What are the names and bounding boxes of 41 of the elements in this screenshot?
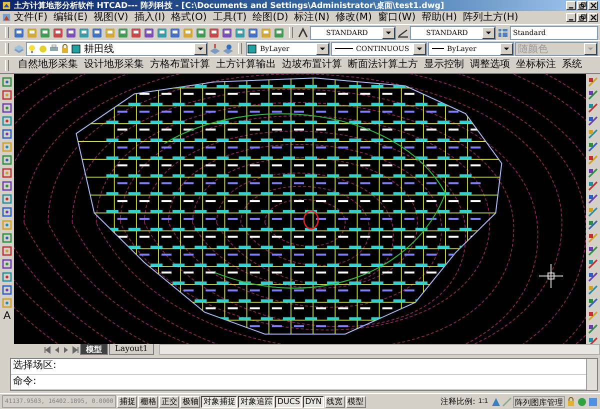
layer-dropdown[interactable]: 耕田线 — [26, 42, 208, 56]
status-toggle-button[interactable]: 对象追踪 — [238, 396, 274, 408]
menu-item[interactable]: 阵列土方(H) — [460, 11, 522, 24]
custom-menu-item[interactable]: 土方计算输出 — [216, 58, 276, 72]
custom-menu-item[interactable]: 断面法计算土方 — [348, 58, 418, 72]
window-title: 土方计算地形分析软件 HTCAD--- 阵列科技 - [C:\Documents and Settings\Administrator\桌面\test1.dwg] — [14, 0, 444, 11]
layout-tab[interactable]: 模型 — [80, 344, 108, 355]
menu-item[interactable]: 窗口(W) — [374, 11, 419, 24]
text-tool-button[interactable]: A — [0, 310, 14, 323]
status-toggle-button[interactable]: 栅格 — [138, 396, 158, 408]
custom-menu-item[interactable]: 设计地形采集 — [84, 58, 144, 72]
menu-item[interactable]: 编辑(E) — [50, 11, 91, 24]
custom-menu-item[interactable]: 调整选项 — [470, 58, 510, 72]
command-line-text: 命令: — [11, 374, 586, 390]
menu-item[interactable]: 插入(I) — [131, 11, 168, 24]
status-toggle-button[interactable]: 线宽 — [324, 396, 345, 408]
menu-item[interactable]: 绘图(D) — [250, 11, 292, 24]
status-toggle-button[interactable]: 正交 — [159, 396, 180, 408]
custom-menu-item[interactable]: 自然地形采集 — [18, 58, 78, 72]
status-toggle-button[interactable]: DYN — [303, 396, 324, 408]
custom-menu-item[interactable]: 边坡布置计算 — [282, 58, 342, 72]
menu-item[interactable]: 帮助(H) — [418, 11, 460, 24]
library-manager-button[interactable]: 阵列图库管理 — [513, 396, 565, 408]
status-toggle-button[interactable]: 对象捕捉 — [201, 396, 238, 408]
menu-item[interactable]: 工具(T) — [210, 11, 250, 24]
status-toggle-button[interactable]: 捕捉 — [117, 396, 138, 408]
layout-tab[interactable]: Layout1 — [109, 344, 154, 355]
status-toggle-button[interactable]: 极轴 — [180, 396, 200, 408]
menu-item[interactable]: 修改(M) — [332, 11, 375, 24]
menu-item[interactable]: 文件(F) — [11, 11, 51, 24]
annotation-scale-label: 注释比例: — [440, 396, 476, 407]
custom-menu-item[interactable]: 系统 — [562, 58, 582, 72]
command-line-text: 选择场区: — [11, 359, 586, 374]
custom-menu-item[interactable]: 坐标标注 — [516, 58, 556, 72]
status-toggle-button[interactable]: 模型 — [346, 396, 366, 408]
status-toggle-button[interactable]: DUCS — [275, 396, 302, 408]
menu-item[interactable]: 标注(N) — [291, 11, 333, 24]
menu-item[interactable]: 格式(O) — [168, 11, 210, 24]
custom-menu-item[interactable]: 显示控制 — [424, 58, 464, 72]
custom-menu-item[interactable]: 方格布置计算 — [150, 58, 210, 72]
menu-item[interactable]: 视图(V) — [90, 11, 132, 24]
